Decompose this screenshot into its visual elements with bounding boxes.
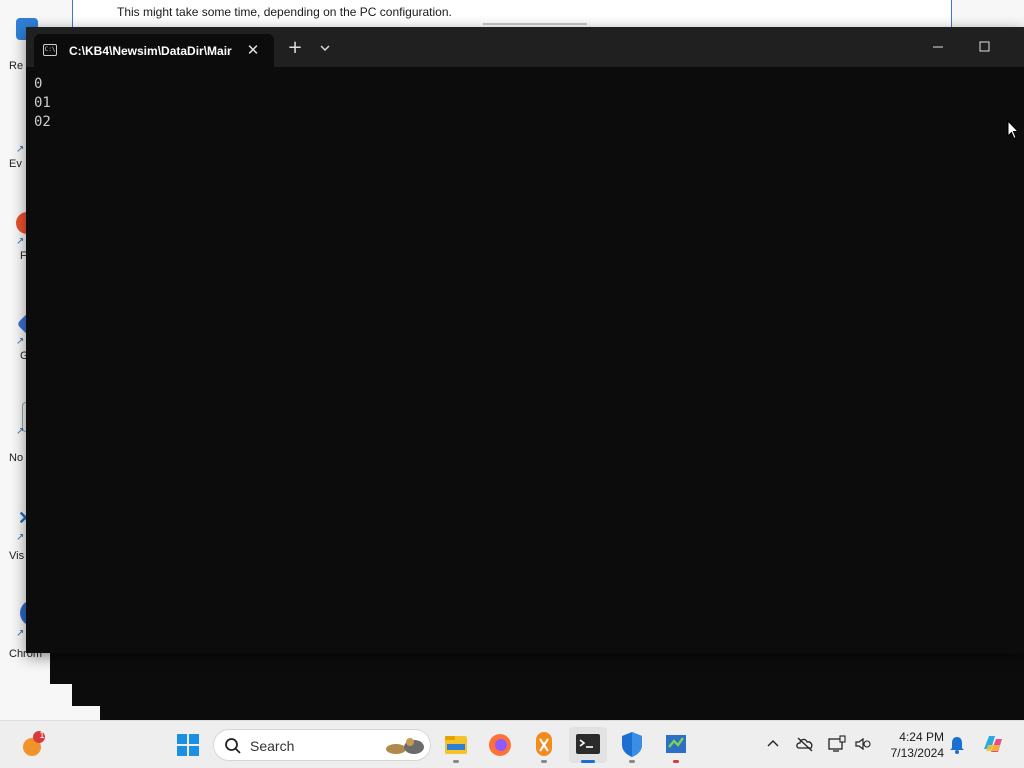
clock-time: 4:24 PM xyxy=(899,730,944,744)
console-line: 02 xyxy=(34,114,51,130)
tab-title: C:\KB4\Newsim\DataDir\Mair xyxy=(69,44,232,58)
terminal-window[interactable]: C:\ C:\KB4\Newsim\DataDir\Mair ✕ + 0 01 … xyxy=(26,27,1024,653)
defender-icon xyxy=(622,732,642,757)
tab-dropdown-button[interactable] xyxy=(314,37,336,59)
notification-bell-icon xyxy=(950,737,964,754)
shortcut-arrow-icon: ↗ xyxy=(16,236,25,247)
clock-date: 7/13/2024 xyxy=(890,746,944,760)
minimize-button[interactable] xyxy=(915,31,961,63)
installer-message: This might take some time, depending on … xyxy=(117,5,452,19)
title-bar[interactable]: C:\ C:\KB4\Newsim\DataDir\Mair ✕ + xyxy=(26,27,1024,67)
taskbar-keepassxc[interactable] xyxy=(525,727,563,763)
close-tab-button[interactable]: ✕ xyxy=(245,40,261,60)
console-line: 0 xyxy=(34,76,43,92)
active-indicator xyxy=(581,760,595,763)
search-input[interactable]: Search xyxy=(213,729,431,761)
chevron-down-icon xyxy=(320,45,330,51)
show-hidden-icons-button[interactable] xyxy=(762,733,784,755)
taskbar-file-explorer[interactable] xyxy=(437,727,475,763)
new-tab-button[interactable]: + xyxy=(284,37,306,59)
console-line: 01 xyxy=(34,95,51,111)
file-explorer-icon xyxy=(445,736,467,754)
app-icon xyxy=(666,735,686,753)
console-output[interactable]: 0 01 02 xyxy=(34,75,1014,645)
console-icon: C:\ xyxy=(43,44,57,56)
onedrive-status[interactable] xyxy=(794,733,816,755)
desktop-icon-label: Vis xyxy=(9,550,25,562)
installer-window: This might take some time, depending on … xyxy=(72,0,952,30)
copilot-icon xyxy=(984,736,1002,752)
running-indicator xyxy=(453,760,459,763)
search-placeholder: Search xyxy=(250,738,295,754)
desktop-icon-label: No xyxy=(9,452,24,464)
shortcut-arrow-icon: ↗ xyxy=(16,426,25,437)
minimize-icon xyxy=(933,46,943,48)
maximize-icon xyxy=(979,41,990,52)
weather-widget[interactable]: 1 xyxy=(14,727,52,763)
weather-badge: 1 xyxy=(39,730,45,740)
taskbar-app[interactable] xyxy=(657,727,695,763)
running-indicator xyxy=(541,760,547,763)
search-icon xyxy=(225,738,241,754)
shortcut-arrow-icon: ↗ xyxy=(16,144,25,155)
taskbar: 1 Search 4:24 PM 7/13/2024 xyxy=(0,720,1024,768)
display-icon xyxy=(828,735,846,752)
start-button[interactable] xyxy=(169,727,207,763)
shortcut-arrow-icon: ↗ xyxy=(16,336,25,347)
volume-icon xyxy=(855,737,871,751)
display-status[interactable] xyxy=(826,733,848,755)
shortcut-arrow-icon: ↗ xyxy=(16,532,25,543)
volume-status[interactable] xyxy=(852,733,874,755)
terminal-icon xyxy=(576,734,600,754)
installer-progress-bar xyxy=(483,23,587,25)
desktop-icon-label: Ev xyxy=(9,158,22,170)
firefox-icon xyxy=(489,734,511,756)
taskbar-firefox[interactable] xyxy=(481,727,519,763)
chevron-up-icon xyxy=(767,740,779,747)
desktop-icon-label: Re xyxy=(9,60,24,72)
taskbar-terminal[interactable] xyxy=(569,727,607,763)
search-highlight-icon xyxy=(386,738,424,754)
maximize-button[interactable] xyxy=(961,31,1007,63)
cloud-offline-icon xyxy=(796,737,813,752)
shortcut-arrow-icon: ↗ xyxy=(16,628,25,639)
window-ghost-trail xyxy=(100,650,156,720)
running-indicator xyxy=(673,760,679,763)
copilot-button[interactable] xyxy=(980,731,1006,757)
mouse-cursor-icon xyxy=(1007,120,1019,140)
window-ghost-trail xyxy=(150,650,1024,720)
notifications-button[interactable] xyxy=(946,733,968,755)
clock[interactable]: 4:24 PM 7/13/2024 xyxy=(880,729,944,761)
tab-active[interactable]: C:\ C:\KB4\Newsim\DataDir\Mair ✕ xyxy=(34,34,274,67)
start-icon xyxy=(177,734,199,756)
taskbar-defender[interactable] xyxy=(613,727,651,763)
running-indicator xyxy=(629,760,635,763)
window-ghost-trail xyxy=(50,650,74,684)
keepassxc-icon xyxy=(536,732,552,756)
